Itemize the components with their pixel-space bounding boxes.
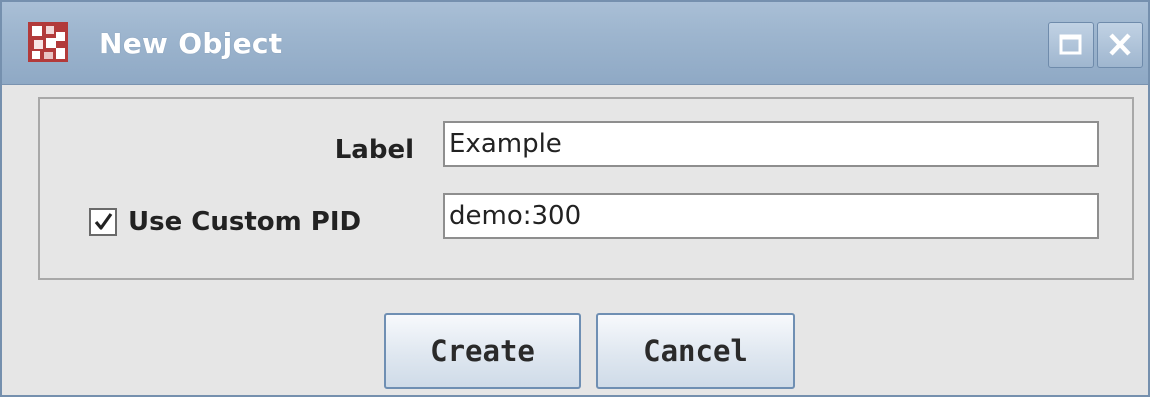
create-button[interactable]: Create (384, 313, 581, 389)
close-button[interactable] (1097, 22, 1143, 68)
window-title: New Object (99, 27, 283, 60)
title-bar[interactable]: New Object (2, 2, 1148, 85)
maximize-button[interactable] (1048, 22, 1094, 68)
app-icon (28, 22, 68, 62)
object-form-panel: Label Use Custom PID (38, 97, 1134, 280)
use-custom-pid-checkbox[interactable] (89, 208, 117, 236)
use-custom-pid-label[interactable]: Use Custom PID (128, 206, 361, 238)
label-field[interactable] (443, 121, 1099, 167)
cancel-button[interactable]: Cancel (596, 313, 795, 389)
new-object-dialog: New Object Label Example Use Custom PID … (0, 0, 1150, 397)
custom-pid-field[interactable] (443, 193, 1099, 239)
label-caption: Label (334, 135, 414, 165)
